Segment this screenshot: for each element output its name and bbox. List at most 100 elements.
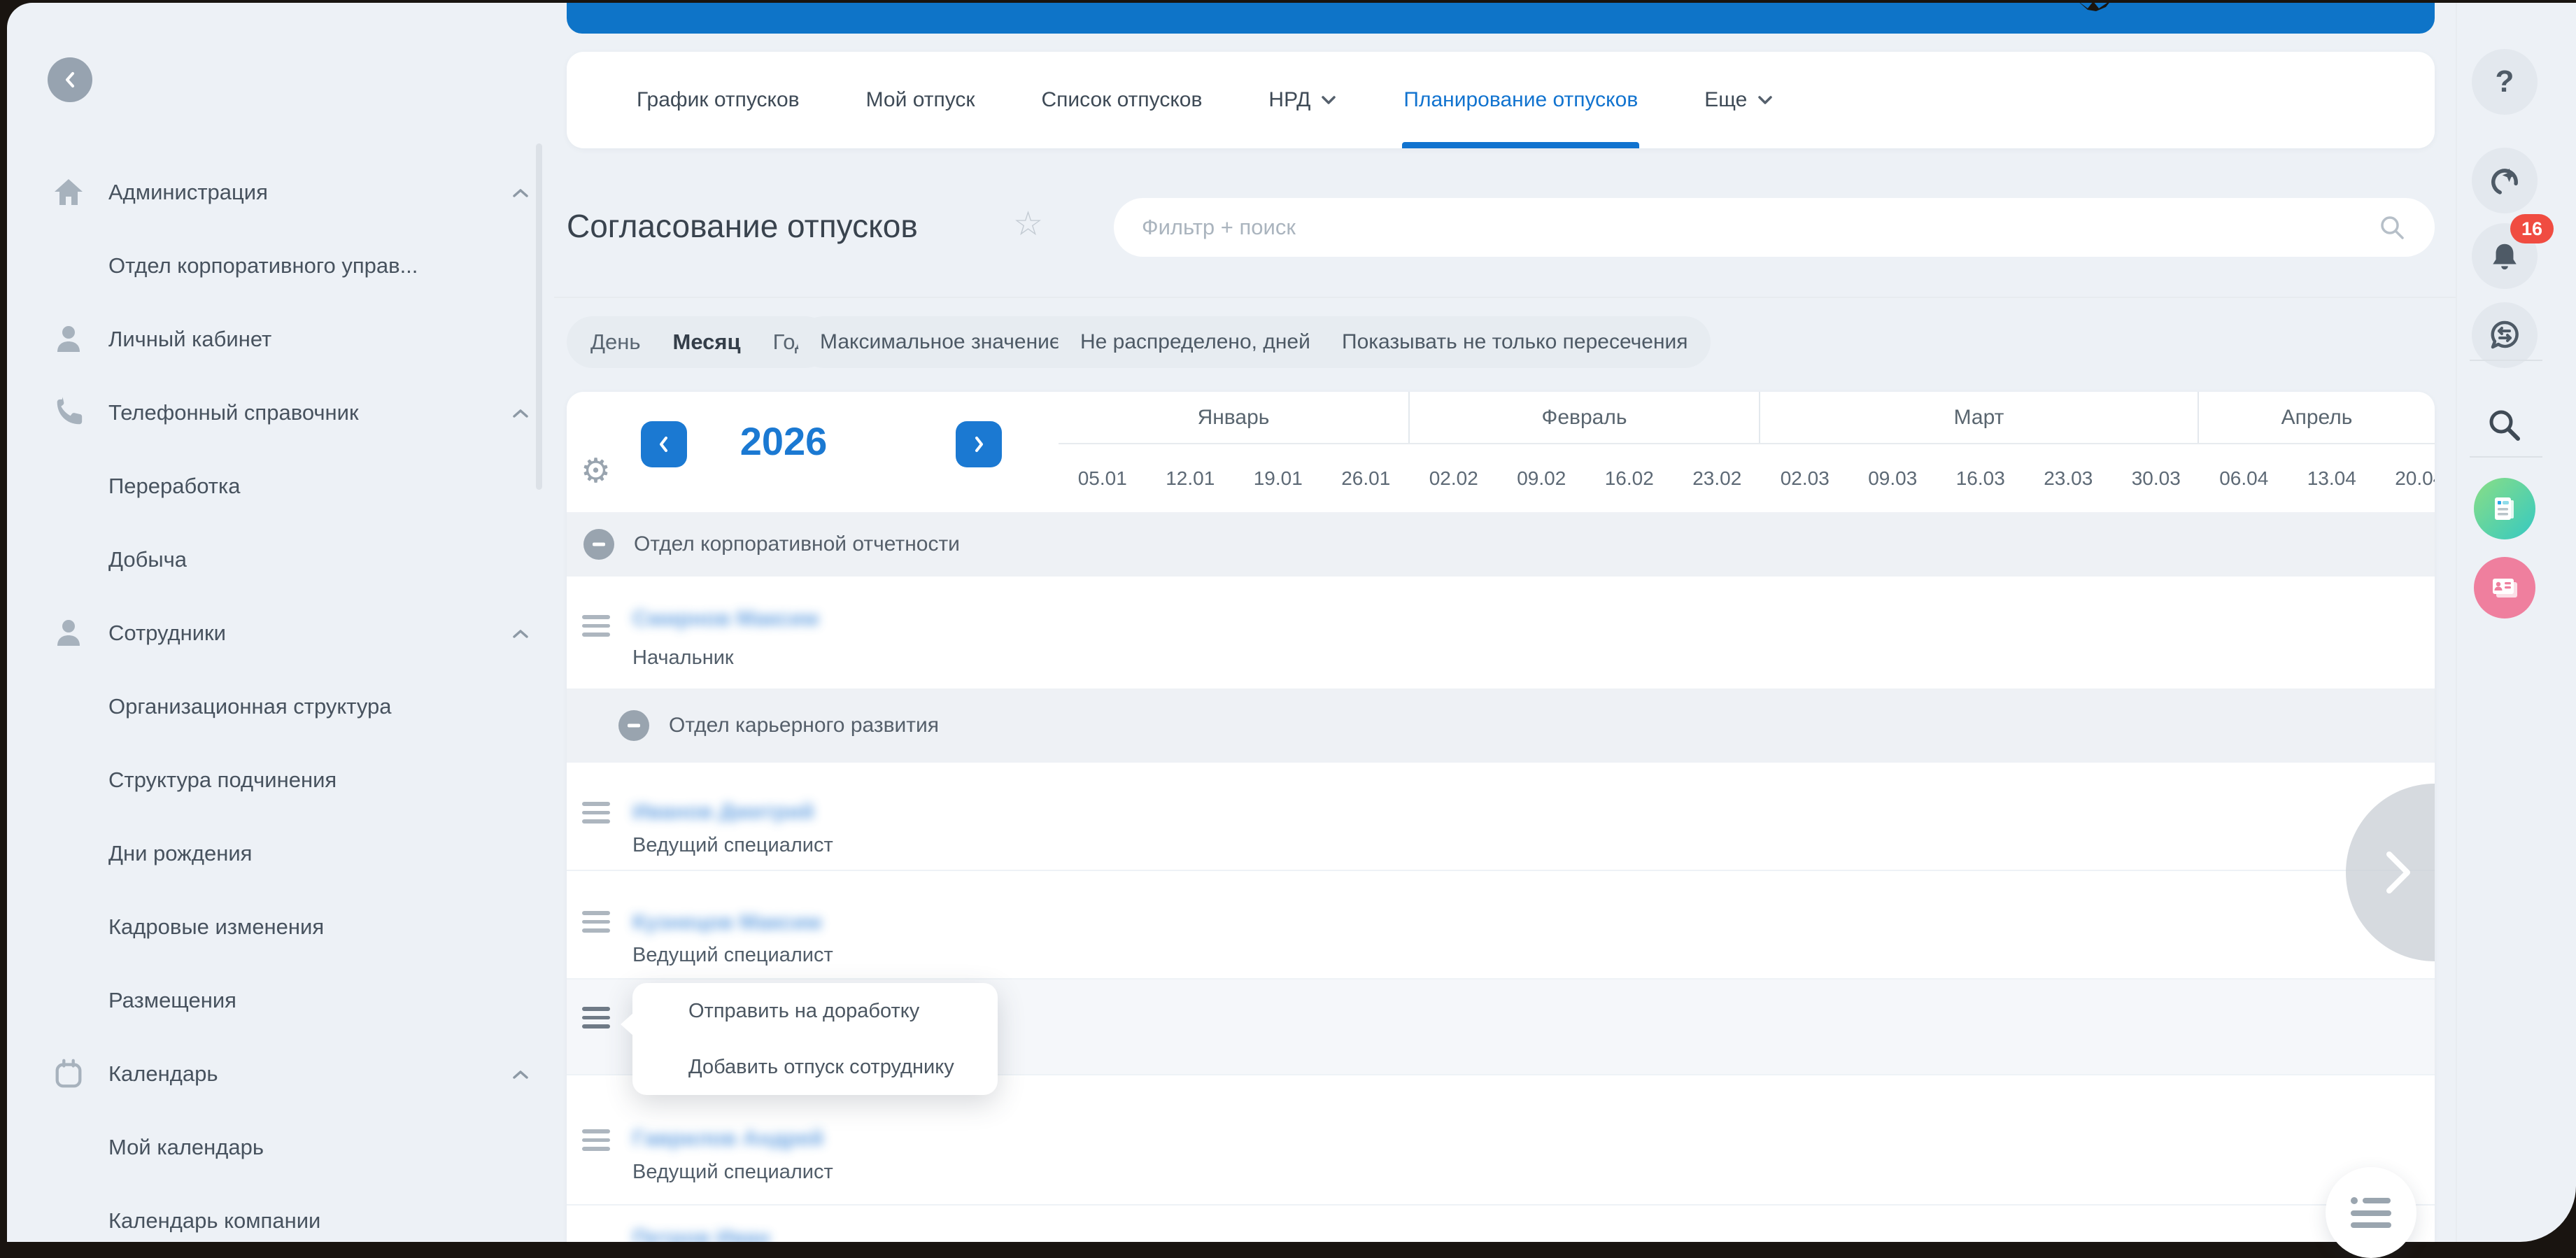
- employee-name[interactable]: Смирнов Максим: [632, 606, 819, 631]
- menu-item-add-vacation[interactable]: Добавить отпуск сотруднику: [632, 1039, 998, 1095]
- person-icon: [50, 321, 87, 358]
- gear-icon[interactable]: ⚙: [581, 455, 611, 488]
- messenger-button[interactable]: [2472, 302, 2538, 368]
- tab-my-vacation[interactable]: Мой отпуск: [866, 52, 975, 148]
- menu-item-send-for-revision[interactable]: Отправить на доработку: [632, 983, 998, 1039]
- year-label: 2026: [693, 418, 875, 464]
- row-menu-icon-active[interactable]: [582, 1007, 610, 1029]
- search-icon[interactable]: [2377, 213, 2407, 242]
- copilot-button[interactable]: [2472, 148, 2538, 213]
- employee-name[interactable]: Кузнецов Максим: [632, 910, 822, 935]
- sidebar-item-label: Личный кабинет: [108, 327, 271, 352]
- employee-row: Смирнов Максим Начальник: [567, 577, 2435, 688]
- sidebar-item-subordination-structure[interactable]: Структура подчинения: [21, 743, 542, 817]
- floating-list-view-button[interactable]: [2326, 1167, 2416, 1258]
- search-input[interactable]: [1142, 215, 2377, 240]
- tab-vacation-schedule[interactable]: График отпусков: [637, 52, 800, 148]
- page-title: Согласование отпусков: [567, 207, 918, 245]
- employee-name[interactable]: Гаврилов Андрей: [632, 1126, 823, 1151]
- sidebar-item-hr-changes[interactable]: Кадровые изменения: [21, 890, 542, 963]
- sidebar-scrollbar[interactable]: [536, 143, 542, 490]
- prev-year-button[interactable]: [641, 421, 687, 467]
- filter-label: Не распределено, дней: [1080, 330, 1310, 354]
- view-toggle: День Месяц Год: [567, 316, 831, 368]
- view-toggle-day[interactable]: День: [590, 330, 641, 355]
- chat-arrows-icon: [2488, 318, 2521, 352]
- employee-name[interactable]: Петров Иван: [632, 1225, 770, 1242]
- sidebar-item-label: Кадровые изменения: [108, 914, 324, 940]
- chevron-up-icon: [511, 1061, 530, 1087]
- sidebar-item-placements[interactable]: Размещения: [21, 963, 542, 1037]
- sidebar-item-administration[interactable]: Администрация: [21, 155, 542, 229]
- sidebar-item-label: Дни рождения: [108, 841, 252, 866]
- filter-label: Максимальное значение: [820, 330, 1061, 354]
- copilot-sparkle-icon: [2486, 162, 2523, 199]
- sidebar-item-org-structure[interactable]: Организационная структура: [21, 670, 542, 743]
- tab-vacation-list[interactable]: Список отпусков: [1042, 52, 1203, 148]
- month-header: Январь: [1059, 392, 1410, 444]
- collapse-group-icon[interactable]: [618, 710, 649, 741]
- news-feed-button[interactable]: [2474, 478, 2535, 539]
- tab-vacation-planning[interactable]: Планирование отпусков: [1403, 52, 1638, 148]
- contact-card-button[interactable]: [2474, 557, 2535, 619]
- sidebar-item-label: Мой календарь: [108, 1135, 264, 1160]
- bell-icon: [2489, 240, 2521, 272]
- sidebar-item-corp-management-dept[interactable]: Отдел корпоративного управ...: [21, 229, 542, 302]
- sidebar-item-company-calendar[interactable]: Календарь компании: [21, 1184, 542, 1257]
- sidebar-item-calendar[interactable]: Календарь: [21, 1037, 542, 1110]
- view-toggle-month[interactable]: Месяц: [673, 330, 741, 355]
- help-button[interactable]: ?: [2472, 49, 2538, 115]
- sidebar-item-employees[interactable]: Сотрудники: [21, 596, 542, 670]
- calendar-icon: [50, 1056, 87, 1092]
- sidebar-item-overtime[interactable]: Переработка: [21, 449, 542, 523]
- week-date: 05.01: [1059, 467, 1147, 490]
- tab-label: Еще: [1704, 88, 1747, 112]
- sidebar-item-birthdays[interactable]: Дни рождения: [21, 817, 542, 890]
- employee-position: Ведущий специалист: [632, 944, 833, 967]
- next-year-button[interactable]: [956, 421, 1002, 467]
- month-headers: Январь Февраль Март Апрель: [1059, 392, 2435, 444]
- sidebar-item-label: Добыча: [108, 547, 187, 572]
- chevron-up-icon: [511, 180, 530, 205]
- tab-more[interactable]: Еще: [1704, 52, 1774, 148]
- group-row-career-development: Отдел карьерного развития: [567, 688, 2435, 763]
- tab-label: Список отпусков: [1042, 88, 1203, 112]
- month-header: Апрель: [2199, 392, 2435, 444]
- row-menu-icon[interactable]: [582, 802, 610, 824]
- tab-nrd[interactable]: НРД: [1268, 52, 1337, 148]
- cursor-artifact: [2064, 0, 2117, 18]
- sidebar-item-label: Размещения: [108, 988, 236, 1013]
- row-menu-icon[interactable]: [582, 615, 610, 637]
- week-date: 16.03: [1937, 467, 2025, 490]
- employee-name[interactable]: Иванов Дмитрий: [632, 799, 814, 824]
- employee-position: Ведущий специалист: [632, 1161, 833, 1184]
- filter-search-bar[interactable]: [1114, 198, 2435, 257]
- global-search-button[interactable]: [2486, 407, 2523, 444]
- tab-label: НРД: [1268, 88, 1310, 112]
- list-icon: [2351, 1197, 2391, 1228]
- sidebar-collapse-button[interactable]: [48, 57, 92, 102]
- sidebar-item-phone-directory[interactable]: Телефонный справочник: [21, 376, 542, 449]
- sidebar-item-mining[interactable]: Добыча: [21, 523, 542, 596]
- employee-row-partial: Петров Иван: [567, 1206, 2435, 1242]
- sidebar-item-my-calendar[interactable]: Мой календарь: [21, 1110, 542, 1184]
- group-label: Отдел корпоративной отчетности: [634, 532, 960, 556]
- person-icon: [50, 615, 87, 651]
- collapse-group-icon[interactable]: [583, 529, 614, 560]
- sidebar-item-personal-cabinet[interactable]: Личный кабинет: [21, 302, 542, 376]
- row-context-menu: Отправить на доработку Добавить отпуск с…: [632, 983, 998, 1095]
- filter-label: Показывать не только пересечения: [1342, 330, 1688, 354]
- week-date: 02.03: [1761, 467, 1849, 490]
- row-menu-icon[interactable]: [582, 1129, 610, 1151]
- week-date: 06.04: [2200, 467, 2288, 490]
- sidebar-item-label: Администрация: [108, 180, 268, 205]
- vacation-planner-table: ⚙ 2026 Январь Февраль Март Апрель 05.01 …: [567, 392, 2435, 1242]
- tab-label: Мой отпуск: [866, 88, 975, 112]
- week-date: 30.03: [2112, 467, 2200, 490]
- week-date: 12.01: [1147, 467, 1235, 490]
- week-date: 09.03: [1849, 467, 1937, 490]
- favorite-star-icon[interactable]: ☆: [1013, 204, 1043, 243]
- filter-show-intersections[interactable]: Показывать не только пересечения: [1319, 316, 1711, 368]
- employee-position: Ведущий специалист: [632, 834, 833, 857]
- row-menu-icon[interactable]: [582, 911, 610, 933]
